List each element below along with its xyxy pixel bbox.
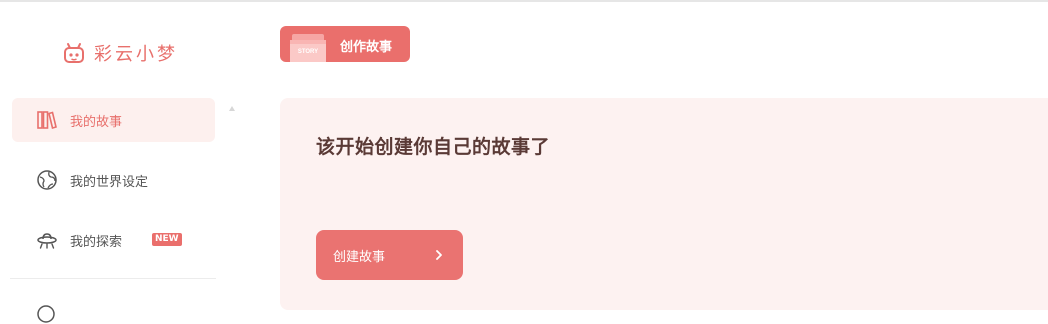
sidebar-item-explore[interactable]: 我的探索 NEW: [12, 218, 215, 262]
app-logo[interactable]: 彩云小梦: [62, 40, 178, 66]
app-name: 彩云小梦: [94, 44, 178, 65]
scroll-up-arrow[interactable]: [228, 98, 236, 111]
chevron-right-icon: [436, 250, 442, 260]
sidebar-item-label: 我的探索: [70, 235, 123, 250]
bookshelf-icon: [37, 111, 57, 129]
sidebar-item-world-settings[interactable]: 我的世界设定: [12, 158, 215, 202]
story-book-icon: STORY: [290, 34, 326, 62]
sidebar-item-label: 我的故事: [70, 115, 123, 130]
triangle-up-icon: [229, 106, 235, 111]
create-story-button-label: 创建故事: [333, 250, 386, 265]
robot-face-icon: [64, 43, 84, 63]
sidebar-item-my-stories[interactable]: 我的故事: [12, 98, 215, 142]
sidebar: 彩云小梦 我的故事 我的世界设定 我的探索 NEW: [0, 2, 240, 323]
circle-icon[interactable]: [36, 304, 56, 324]
ufo-icon: [37, 233, 57, 249]
page-title: 该开始创建你自己的故事了: [316, 136, 551, 158]
create-story-panel: 该开始创建你自己的故事了 创建故事: [280, 98, 1048, 310]
sidebar-item-label: 我的世界设定: [70, 175, 149, 190]
story-book-label: STORY: [298, 49, 318, 55]
create-story-button[interactable]: 创建故事: [316, 230, 463, 280]
sidebar-divider: [10, 278, 216, 279]
tab-label: 创作故事: [340, 40, 393, 55]
new-badge: NEW: [152, 233, 182, 246]
tab-create-story[interactable]: STORY 创作故事: [280, 26, 410, 62]
globe-icon: [37, 170, 57, 190]
